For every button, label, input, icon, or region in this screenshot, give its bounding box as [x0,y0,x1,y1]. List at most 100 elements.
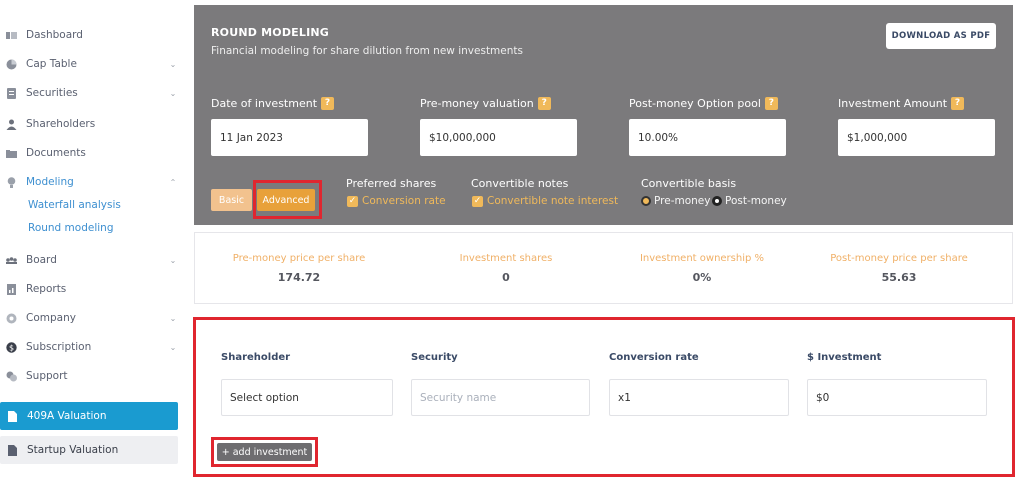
investment-amount-input[interactable]: $1,000,000 [838,119,995,156]
help-icon[interactable]: ? [321,97,335,110]
stat-investment-shares: Investment shares 0 [406,253,606,284]
stat-label: Post-money price per share [830,253,968,264]
board-icon [6,255,17,266]
sidebar-item-modeling[interactable]: Modeling ⌃ [0,171,185,193]
field-label-text: Post-money Option pool [629,97,761,110]
dollar-icon: $ [6,341,17,353]
security-name-input[interactable]: Security name [411,379,590,416]
investment-amount-row-input[interactable]: $0 [807,379,987,416]
stat-value: 0 [502,271,510,284]
help-icon[interactable]: ? [951,97,965,110]
shareholder-select[interactable]: Select option [221,379,393,416]
chevron-down-icon: ⌄ [169,313,177,323]
stat-value: 0% [692,271,712,284]
convertible-note-interest-checkbox[interactable]: ✓ Convertible note interest [472,195,618,207]
column-header-investment: $ Investment [807,352,882,363]
chevron-down-icon: ⌄ [169,88,177,98]
basic-mode-button[interactable]: Basic [211,189,252,211]
stat-label: Pre-money price per share [232,253,366,264]
sidebar-item-company[interactable]: Company ⌄ [0,307,185,329]
startup-valuation-label: Startup Valuation [27,444,119,456]
dashboard-icon [6,30,17,41]
conversion-rate-input[interactable]: x1 [609,379,789,416]
radio-selected-icon [641,196,651,206]
startup-valuation-button[interactable]: Startup Valuation [0,436,178,464]
person-icon [6,119,17,130]
highlight-box: + add investment [211,437,318,467]
support-icon [6,371,17,382]
app-root: Dashboard Cap Table ⌄ Securities ⌄ Share… [0,0,1024,487]
sidebar-item-subscription[interactable]: $ Subscription ⌄ [0,336,185,358]
column-header-conversion-rate: Conversion rate [609,352,699,363]
convertible-notes-heading: Convertible notes [471,177,569,190]
sidebar-item-label: Cap Table [26,58,77,70]
option-pool-label: Post-money Option pool ? [629,97,778,110]
stat-value: 55.63 [881,271,917,284]
option-pool-input[interactable]: 10.00% [629,119,786,156]
field-label-text: Investment Amount [838,97,948,110]
radio-label: Post-money [725,195,787,207]
field-label-text: Date of investment [211,97,318,110]
chevron-down-icon: ⌄ [169,342,177,352]
svg-text:$: $ [9,343,14,352]
help-icon[interactable]: ? [764,97,778,110]
sidebar-item-label: Documents [26,147,86,159]
409a-valuation-label: 409A Valuation [27,410,107,422]
chevron-up-icon: ⌃ [169,177,177,187]
stat-value: 174.72 [277,271,321,284]
company-icon [6,313,17,324]
conversion-rate-checkbox[interactable]: ✓ Conversion rate [347,195,446,207]
stat-post-money-price: Post-money price per share 55.63 [799,253,999,284]
round-modeling-header: ROUND MODELING Financial modeling for sh… [194,5,1013,225]
post-money-radio[interactable]: Post-money [712,195,787,207]
sidebar-item-label: Securities [26,87,78,99]
download-pdf-button[interactable]: DOWNLOAD AS PDF [886,23,996,49]
add-investment-button[interactable]: + add investment [217,443,312,461]
sidebar-item-reports[interactable]: Reports [0,278,185,300]
sidebar: Dashboard Cap Table ⌄ Securities ⌄ Share… [0,0,185,487]
column-header-shareholder: Shareholder [221,352,291,363]
document-icon [8,410,17,422]
convertible-basis-heading: Convertible basis [641,177,737,190]
sidebar-item-label: Dashboard [26,29,83,41]
409a-valuation-button[interactable]: 409A Valuation [0,402,178,430]
chevron-down-icon: ⌄ [169,59,177,69]
investment-amount-label: Investment Amount ? [838,97,965,110]
investments-panel: Shareholder Security Conversion rate $ I… [193,317,1015,477]
sidebar-item-cap-table[interactable]: Cap Table ⌄ [0,53,185,75]
pre-money-radio[interactable]: Pre-money [641,195,710,207]
folder-icon [6,148,17,159]
radio-label: Pre-money [654,195,711,207]
page-title: ROUND MODELING [211,26,329,39]
page-subtitle: Financial modeling for share dilution fr… [211,45,523,57]
securities-icon [6,87,17,99]
date-of-investment-input[interactable]: 11 Jan 2023 [211,119,368,156]
sidebar-item-securities[interactable]: Securities ⌄ [0,82,185,104]
sidebar-item-documents[interactable]: Documents [0,142,185,164]
sidebar-item-label: Company [26,312,76,324]
radio-unselected-icon [712,196,722,206]
pre-money-valuation-label: Pre-money valuation ? [420,97,551,110]
sidebar-item-board[interactable]: Board ⌄ [0,249,185,271]
checkbox-label: Convertible note interest [487,195,619,207]
sidebar-item-support[interactable]: Support [0,365,185,387]
sidebar-item-label: Shareholders [26,118,96,130]
sidebar-item-label: Board [26,254,57,266]
stat-label: Investment shares [459,253,553,264]
stat-investment-ownership: Investment ownership % 0% [602,253,802,284]
highlight-box [253,180,322,219]
pre-money-valuation-input[interactable]: $10,000,000 [420,119,577,156]
help-icon[interactable]: ? [537,97,551,110]
sidebar-item-label: Support [26,370,68,382]
checkbox-label: Conversion rate [362,195,446,207]
column-header-security: Security [411,352,458,363]
pie-chart-icon [6,59,17,70]
sidebar-item-dashboard[interactable]: Dashboard [0,24,185,46]
sidebar-subitem-round-modeling[interactable]: Round modeling [28,222,114,234]
date-of-investment-label: Date of investment ? [211,97,335,110]
report-icon [6,283,17,295]
checkbox-checked-icon: ✓ [472,195,483,207]
lightbulb-icon [6,176,17,188]
sidebar-item-shareholders[interactable]: Shareholders [0,113,185,135]
sidebar-subitem-waterfall-analysis[interactable]: Waterfall analysis [28,199,121,211]
